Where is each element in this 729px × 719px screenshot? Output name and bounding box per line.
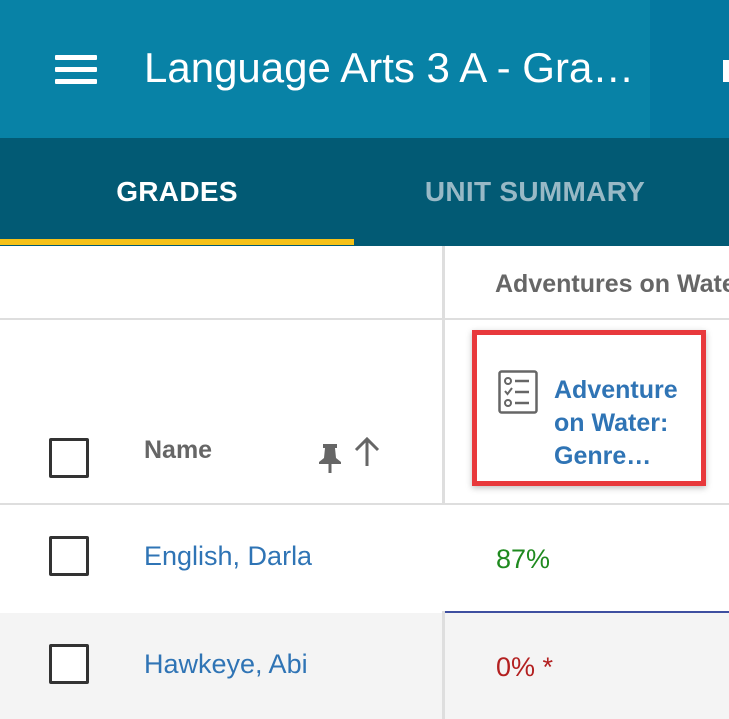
student-name-link[interactable]: English, Darla <box>144 541 312 572</box>
tab-unit-summary[interactable]: UNIT SUMMARY <box>354 138 716 246</box>
tab-grades[interactable]: GRADES <box>0 138 354 246</box>
app-bar-overflow-glyph <box>723 60 729 82</box>
table-row <box>0 505 729 611</box>
select-all-checkbox[interactable] <box>49 438 89 478</box>
app-bar-action-area <box>650 0 729 138</box>
arrow-up-icon[interactable] <box>352 436 382 468</box>
active-tab-indicator <box>0 239 354 245</box>
table-row <box>0 613 729 719</box>
score-cell[interactable]: 87% <box>496 544 550 575</box>
gradebook-grid: Adventures on Water Name Adventure on Wa… <box>0 246 729 719</box>
column-divider <box>442 246 445 320</box>
app-bar: Language Arts 3 A - Gra… <box>0 0 729 138</box>
row-divider <box>0 318 729 320</box>
row-checkbox[interactable] <box>49 644 89 684</box>
cell-focus-indicator <box>445 611 729 613</box>
unit-header: Adventures on Water <box>495 270 729 298</box>
row-checkbox[interactable] <box>49 536 89 576</box>
student-name-link[interactable]: Hawkeye, Abi <box>144 649 308 680</box>
name-column-header[interactable]: Name <box>144 436 212 465</box>
page-title: Language Arts 3 A - Gra… <box>144 44 635 91</box>
highlight-annotation-box <box>472 330 706 486</box>
pin-icon[interactable] <box>316 442 344 474</box>
column-divider <box>442 613 445 719</box>
score-cell[interactable]: 0% * <box>496 652 553 683</box>
hamburger-menu-icon[interactable] <box>50 46 102 92</box>
tab-bar: GRADES UNIT SUMMARY <box>0 138 729 246</box>
